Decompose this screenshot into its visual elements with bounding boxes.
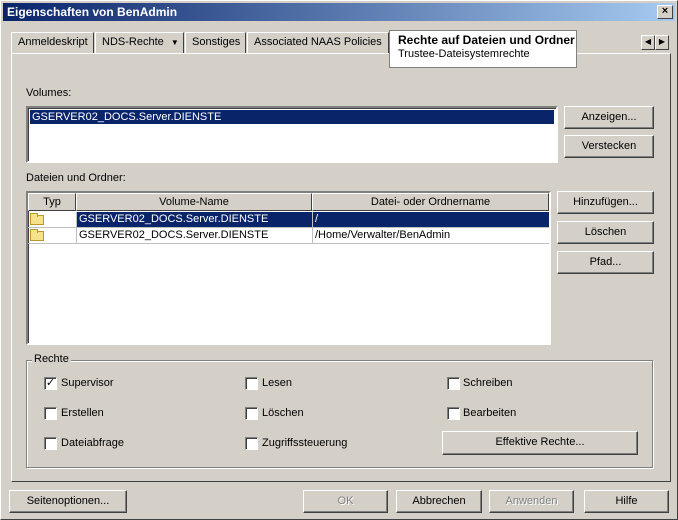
column-header-typ[interactable]: Typ [28,193,76,211]
folder-icon [30,229,44,241]
chevron-down-icon[interactable]: ▼ [171,38,179,47]
tab-anmeldeskript[interactable]: Anmeldeskript [11,32,94,53]
path-cell: / [312,212,549,228]
checkbox-schreiben[interactable] [447,377,460,390]
folder-icon [30,213,44,225]
checkbox-label: Löschen [262,407,304,419]
volume-cell: GSERVER02_DOCS.Server.DIENSTE [76,212,312,228]
effective-rights-button[interactable]: Effektive Rechte... [442,431,638,455]
apply-button[interactable]: Anwenden [489,490,574,513]
checkbox-label: Erstellen [61,407,104,419]
checkbox-label: Supervisor [61,377,114,389]
path-button[interactable]: Pfad... [557,251,654,274]
check-icon: ✓ [45,377,56,389]
checkbox-label: Zugriffssteuerung [262,437,348,449]
delete-button[interactable]: Löschen [557,221,654,244]
properties-dialog: Eigenschaften von BenAdmin × Anmeldeskri… [0,0,678,520]
type-cell [28,228,76,244]
checkbox-loeschen[interactable] [245,407,258,420]
tab-scroll-left-button[interactable]: ◀ [641,35,655,50]
files-label: Dateien und Ordner: [26,172,126,184]
show-button[interactable]: Anzeigen... [564,106,654,129]
checkbox-label: Dateiabfrage [61,437,124,449]
volume-cell: GSERVER02_DOCS.Server.DIENSTE [76,228,312,244]
table-row[interactable]: GSERVER02_DOCS.Server.DIENSTE / [28,212,549,228]
volumes-list[interactable]: GSERVER02_DOCS.Server.DIENSTE [26,106,558,163]
column-header-volume-name[interactable]: Volume-Name [76,193,312,211]
tab-label: Anmeldeskript [18,36,88,48]
active-tab-label: Rechte auf Dateien und Ordner [398,33,575,47]
tab-rechte-auf-dateien[interactable]: Rechte auf Dateien und Ordner Trustee-Da… [389,30,577,68]
tab-sonstiges[interactable]: Sonstiges [185,32,246,53]
add-button[interactable]: Hinzufügen... [557,191,654,214]
checkbox-label: Schreiben [463,377,513,389]
files-table[interactable]: Typ Volume-Name Datei- oder Ordnername G… [26,191,551,345]
column-header-file-name[interactable]: Datei- oder Ordnername [312,193,549,211]
page-options-button[interactable]: Seitenoptionen... [9,490,127,513]
path-cell: /Home/Verwalter/BenAdmin [312,228,549,244]
tab-scroll-right-button[interactable]: ▶ [655,35,669,50]
tab-nds-rechte[interactable]: NDS-Rechte ▼ [95,32,184,53]
title-bar: Eigenschaften von BenAdmin × [3,3,675,21]
arrow-left-icon: ◀ [644,37,652,46]
tab-label: Sonstiges [192,36,241,48]
ok-button[interactable]: OK [303,490,388,513]
close-icon: × [661,5,669,17]
help-button[interactable]: Hilfe [584,490,669,513]
checkbox-bearbeiten[interactable] [447,407,460,420]
checkbox-lesen[interactable] [245,377,258,390]
checkbox-zugriffssteuerung[interactable] [245,437,258,450]
checkbox-supervisor[interactable]: ✓ [44,377,57,390]
checkbox-label: Lesen [262,377,292,389]
volumes-label: Volumes: [26,87,72,99]
active-tab-sublabel[interactable]: Trustee-Dateisystemrechte [398,47,568,61]
window-title: Eigenschaften von BenAdmin [7,5,178,19]
tab-label: NDS-Rechte [102,36,164,48]
volume-item[interactable]: GSERVER02_DOCS.Server.DIENSTE [30,110,554,124]
checkbox-dateiabfrage[interactable] [44,437,57,450]
checkbox-label: Bearbeiten [463,407,517,419]
hide-button[interactable]: Verstecken [564,135,654,158]
close-button[interactable]: × [657,5,673,19]
tab-label: Associated NAAS Policies [254,36,382,48]
tab-associated-naas-policies[interactable]: Associated NAAS Policies [247,32,389,53]
rights-group-title: Rechte [32,353,71,365]
table-row[interactable]: GSERVER02_DOCS.Server.DIENSTE /Home/Verw… [28,228,549,244]
arrow-right-icon: ▶ [658,37,666,46]
cancel-button[interactable]: Abbrechen [396,490,482,513]
checkbox-erstellen[interactable] [44,407,57,420]
type-cell [28,212,76,228]
